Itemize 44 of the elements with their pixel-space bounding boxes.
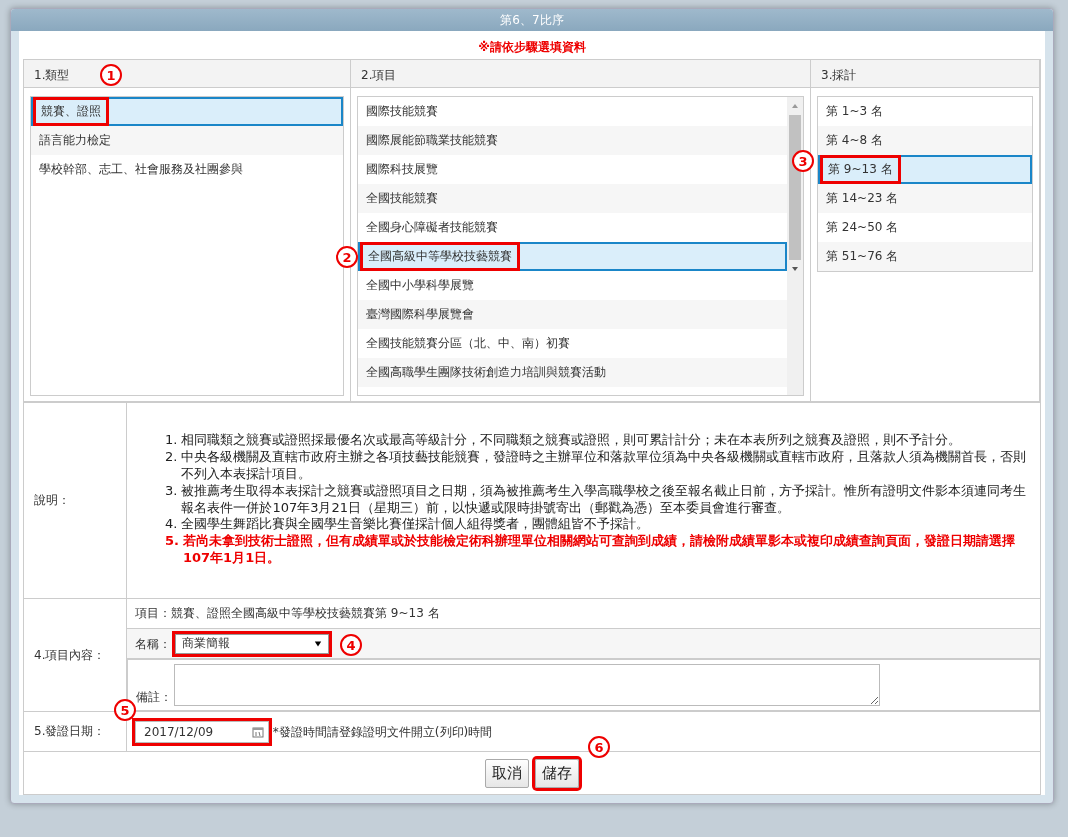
item-option[interactable]: 全國技能競賽分區（北、中、南）初賽 (358, 329, 787, 358)
name-label: 名稱： (135, 636, 171, 650)
note-number: 3. (165, 482, 178, 500)
note-number: 2. (165, 448, 178, 466)
notes-label: 說明： (34, 493, 70, 507)
rank-option[interactable]: 第 24~50 名 (818, 213, 1032, 242)
category-item[interactable]: 學校幹部、志工、社會服務及社團參與 (31, 155, 343, 184)
item-option[interactable]: 國際科技展覽 (358, 155, 787, 184)
note-text: 被推薦考生取得本表採計之競賽或證照項目之日期，須為被推薦考生入學高職學校之後至報名截止日前，方予採計。惟所有證明文件影本須連同考生報名表件一併於107年3月21日（星期三）前，以快遞或限時掛號寄出（郵戳為憑）至本委員會進行審查。 (181, 482, 1028, 517)
rank-option[interactable]: 第 4~8 名 (818, 126, 1032, 155)
item-option[interactable]: 國際技能競賽 (358, 97, 787, 126)
category-item[interactable]: 語言能力檢定 (31, 126, 343, 155)
note-text: 中央各級機關及直轄市政府主辦之各項技藝技能競賽，發證時之主辦單位和落款單位須為中央各級機關或直轄市政府，且落款人須為機關首長，否則不列入本表採計項目。 (181, 448, 1028, 483)
rank-option[interactable]: 第 9~13 名 (818, 155, 1032, 184)
instruction-text: ※請依步驟選填資料 (477, 39, 587, 56)
dialog-button[interactable]: 取消 (485, 758, 529, 788)
rank-option[interactable]: 第 51~76 名 (818, 242, 1032, 271)
date-field[interactable]: 2017/12/09 (135, 720, 269, 743)
name-dropdown[interactable]: 商業簡報 (174, 633, 329, 654)
item-option[interactable]: 全國技能競賽 (358, 184, 787, 213)
dialog-title: 第6、7比序 (500, 11, 564, 29)
item-summary: 項目：競賽、證照全國高級中等學校技藝競賽第 9~13 名 (135, 606, 440, 620)
dialog-button[interactable]: 儲存 (535, 758, 579, 788)
rank-option[interactable]: 第 14~23 名 (818, 184, 1032, 213)
item-option[interactable]: 國際展能節職業技能競賽 (358, 126, 787, 155)
note-text: 相同職類之競賽或證照採最優名次或最高等級計分，不同職類之競賽或證照，則可累計計分；未在本表所列之競賽及證照，則不予計分。 (181, 431, 962, 449)
content-label: 4.項目內容： (34, 647, 106, 662)
date-hint: *發證時間請登錄證明文件開立(列印)時間 (272, 724, 493, 739)
remark-label: 備註： (136, 689, 172, 706)
category-item[interactable]: 競賽、證照 (31, 97, 343, 126)
note-number: 1. (165, 431, 178, 449)
note-number: 5. (165, 533, 179, 551)
note-text: 全國學生舞蹈比賽與全國學生音樂比賽僅採計個人組得獎者，團體組皆不予採計。 (181, 516, 650, 534)
rank-option[interactable]: 第 1~3 名 (818, 97, 1032, 126)
item-option[interactable]: 全國高級中等學校技藝競賽 (358, 242, 787, 271)
item-option[interactable]: 全國高職學生團隊技術創造力培訓與競賽活動 (358, 358, 787, 387)
item-option[interactable]: 全國中小學科學展覽 (358, 271, 787, 300)
issue-date-label: 5.發證日期： (34, 724, 106, 738)
item-option[interactable]: 臺灣國際科學展覽會 (358, 300, 787, 329)
column-header: 2.項目 (351, 60, 811, 88)
item-option[interactable]: 全國身心障礙者技能競賽 (358, 213, 787, 242)
column-header: 3.採計 (811, 60, 1040, 88)
note-text: 若尚未拿到技術士證照，但有成績單或於技能檢定術科辦理單位相關網站可查詢到成績，請檢附成績單影本或複印成績查詢頁面，發證日期請選擇107年1月1日。 (183, 533, 1016, 568)
note-number: 4. (165, 516, 178, 534)
